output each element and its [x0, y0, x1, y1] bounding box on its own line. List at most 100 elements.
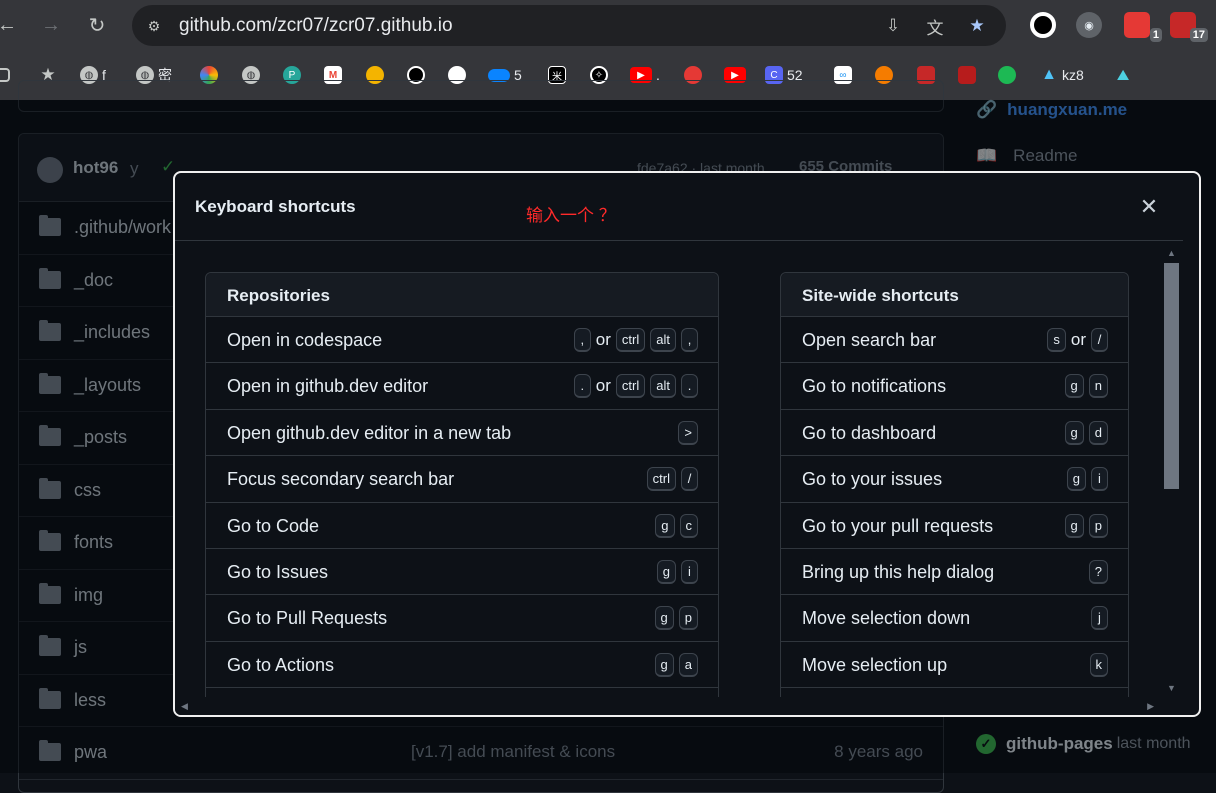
- shortcut-label: Go to Issues: [227, 561, 329, 582]
- dialog-vertical-scrollbar[interactable]: ▲ ▼: [1160, 242, 1183, 697]
- key-cap: ctrl: [615, 328, 646, 352]
- bookmark-item[interactable]: ⛰: [1114, 64, 1132, 86]
- key-cap: g: [654, 606, 674, 631]
- install-app-icon[interactable]: ⇩: [880, 14, 906, 38]
- extension-badge: 1: [1149, 28, 1162, 42]
- shortcut-row: Go to Code g c: [206, 503, 718, 549]
- shortcut-keys: ?: [1088, 559, 1108, 584]
- key-cap: ctrl: [615, 374, 646, 399]
- key-separator: or: [595, 376, 611, 396]
- bookmark-label: kz8: [1062, 67, 1084, 83]
- forward-icon[interactable]: →: [36, 10, 66, 40]
- shortcut-list: Open in codespace, or ctrl alt, Open in gith…: [206, 317, 718, 697]
- key-cap: j: [1091, 606, 1108, 631]
- bookmark-star-icon[interactable]: ★: [964, 14, 990, 38]
- red-ext-icon[interactable]: 1: [1124, 12, 1162, 42]
- owl-icon[interactable]: ◉: [1076, 12, 1102, 38]
- shortcut-row: Move selection down j: [781, 595, 1128, 642]
- panel-title: Repositories: [227, 286, 330, 305]
- key-cap: g: [656, 559, 676, 584]
- key-cap: /: [681, 467, 698, 492]
- site-settings-icon[interactable]: ⚙: [142, 14, 166, 38]
- shortcut-keys: gp: [1064, 513, 1108, 538]
- shortcut-row: Focus secondary search bar ctrl /: [206, 456, 718, 503]
- key-cap: p: [1088, 513, 1108, 538]
- shortcut-row: Open in codespace , or ctrl alt,: [206, 317, 718, 364]
- dialog-horizontal-scrollbar[interactable]: ◀ ▶: [175, 697, 1160, 715]
- key-cap: i: [1091, 467, 1108, 492]
- pdf-ext-icon[interactable]: 17: [1170, 12, 1208, 42]
- address-bar-row: ← → ↻ ⚙ github.com/zcr07/zcr07.github.io…: [0, 0, 1216, 52]
- scroll-thumb[interactable]: [1164, 263, 1179, 489]
- shortcut-row: Go to notifications g n: [781, 363, 1128, 410]
- shortcut-row: Go to Pull Requests g p: [206, 595, 718, 642]
- key-cap: g: [655, 513, 675, 538]
- key-cap: >: [678, 420, 698, 445]
- shortcut-label: Go to your pull requests: [802, 515, 994, 536]
- spotify-icon: [998, 66, 1016, 84]
- scroll-up-icon[interactable]: ▲: [1167, 248, 1176, 258]
- url-text[interactable]: github.com/zcr07/zcr07.github.io: [179, 15, 453, 37]
- bookmark-item[interactable]: [998, 64, 1016, 86]
- key-separator: or: [1070, 330, 1086, 349]
- key-cap: .: [681, 374, 698, 399]
- translate-icon[interactable]: 文: [922, 14, 948, 38]
- shortcut-label: Open in codespace: [227, 330, 383, 350]
- shortcut-row: Go to your issues g i: [781, 456, 1128, 503]
- shortcut-keys: ctrl /: [646, 467, 698, 492]
- shortcut-label: Bring up this help dialog: [802, 561, 995, 582]
- key-cap: g: [1064, 374, 1084, 399]
- scroll-down-icon[interactable]: ▼: [1167, 683, 1176, 693]
- shortcut-label: Move selection down: [802, 608, 971, 629]
- shortcut-label: Move selection up: [802, 654, 948, 675]
- bookmarks-folder-icon[interactable]: [0, 64, 10, 86]
- key-cap: ctrl: [646, 467, 676, 492]
- shortcut-keys: s or /: [1047, 328, 1108, 352]
- seal-icon: [958, 66, 976, 84]
- key-cap: d: [1088, 420, 1108, 445]
- repositories-panel: Repositories Open in codespace, or ctrl alt…: [205, 272, 719, 697]
- panel-title: Site-wide shortcuts: [802, 286, 959, 305]
- shortcut-row: [781, 688, 1128, 697]
- shortcut-row: [206, 688, 718, 697]
- scroll-right-icon[interactable]: ▶: [1147, 701, 1154, 712]
- bookmark-item[interactable]: ▲ kz8: [1040, 64, 1084, 86]
- keyboard-shortcuts-dialog: Keyboard shortcuts 输入一个 ？ ✕ Repositories…: [173, 171, 1201, 717]
- panel-header: Site-wide shortcuts: [781, 273, 1128, 317]
- shortcut-row: Go to your pull requests g p: [781, 503, 1128, 549]
- back-icon[interactable]: ←: [0, 10, 22, 40]
- shortcut-label: Focus secondary search bar: [227, 469, 455, 490]
- extension-badge: 17: [1189, 28, 1208, 42]
- shortcut-keys: , or ctrl alt,: [573, 328, 698, 352]
- mountain-icon: ⛰: [1116, 66, 1130, 84]
- shortcut-label: Open search bar: [802, 330, 937, 350]
- shortcut-row: Go to dashboard g d: [781, 410, 1128, 457]
- key-cap: ,: [573, 328, 591, 352]
- obs-icon[interactable]: [1030, 12, 1056, 38]
- shortcut-keys: k: [1089, 652, 1108, 677]
- shortcut-keys: gd: [1064, 420, 1108, 445]
- close-icon[interactable]: ✕: [1137, 194, 1161, 219]
- shortcut-keys: gn: [1064, 374, 1108, 399]
- bookmark-item[interactable]: [958, 64, 976, 86]
- shortcut-label: Go to Code: [227, 515, 320, 536]
- key-cap: alt: [650, 374, 676, 399]
- omnibox[interactable]: ⚙ github.com/zcr07/zcr07.github.io ⇩ 文 ★: [132, 5, 1006, 46]
- reload-icon[interactable]: ↻: [82, 10, 112, 40]
- key-cap: n: [1088, 374, 1108, 399]
- scroll-left-icon[interactable]: ◀: [181, 701, 188, 712]
- key-cap: ?: [1088, 559, 1108, 584]
- shortcut-list: Open search bar s or / Go to notifications g n…: [781, 317, 1128, 697]
- shortcut-keys: j: [1091, 606, 1108, 631]
- key-cap: .: [573, 374, 591, 399]
- key-cap: c: [679, 513, 698, 538]
- shortcut-row: Open search bar s or /: [781, 317, 1128, 364]
- key-cap: /: [1091, 328, 1108, 352]
- dialog-body: Repositories Open in codespace, or ctrl alt…: [175, 242, 1160, 697]
- shortcut-keys: . or ctrl alt.: [573, 374, 698, 399]
- shortcut-label: Open github.dev editor in a new tab: [227, 422, 512, 443]
- dialog-title: Keyboard shortcuts: [195, 197, 356, 216]
- key-cap: g: [1066, 467, 1086, 492]
- shortcut-label: Go to Actions: [227, 654, 335, 675]
- annotation-text: 输入一个 ？: [526, 206, 616, 225]
